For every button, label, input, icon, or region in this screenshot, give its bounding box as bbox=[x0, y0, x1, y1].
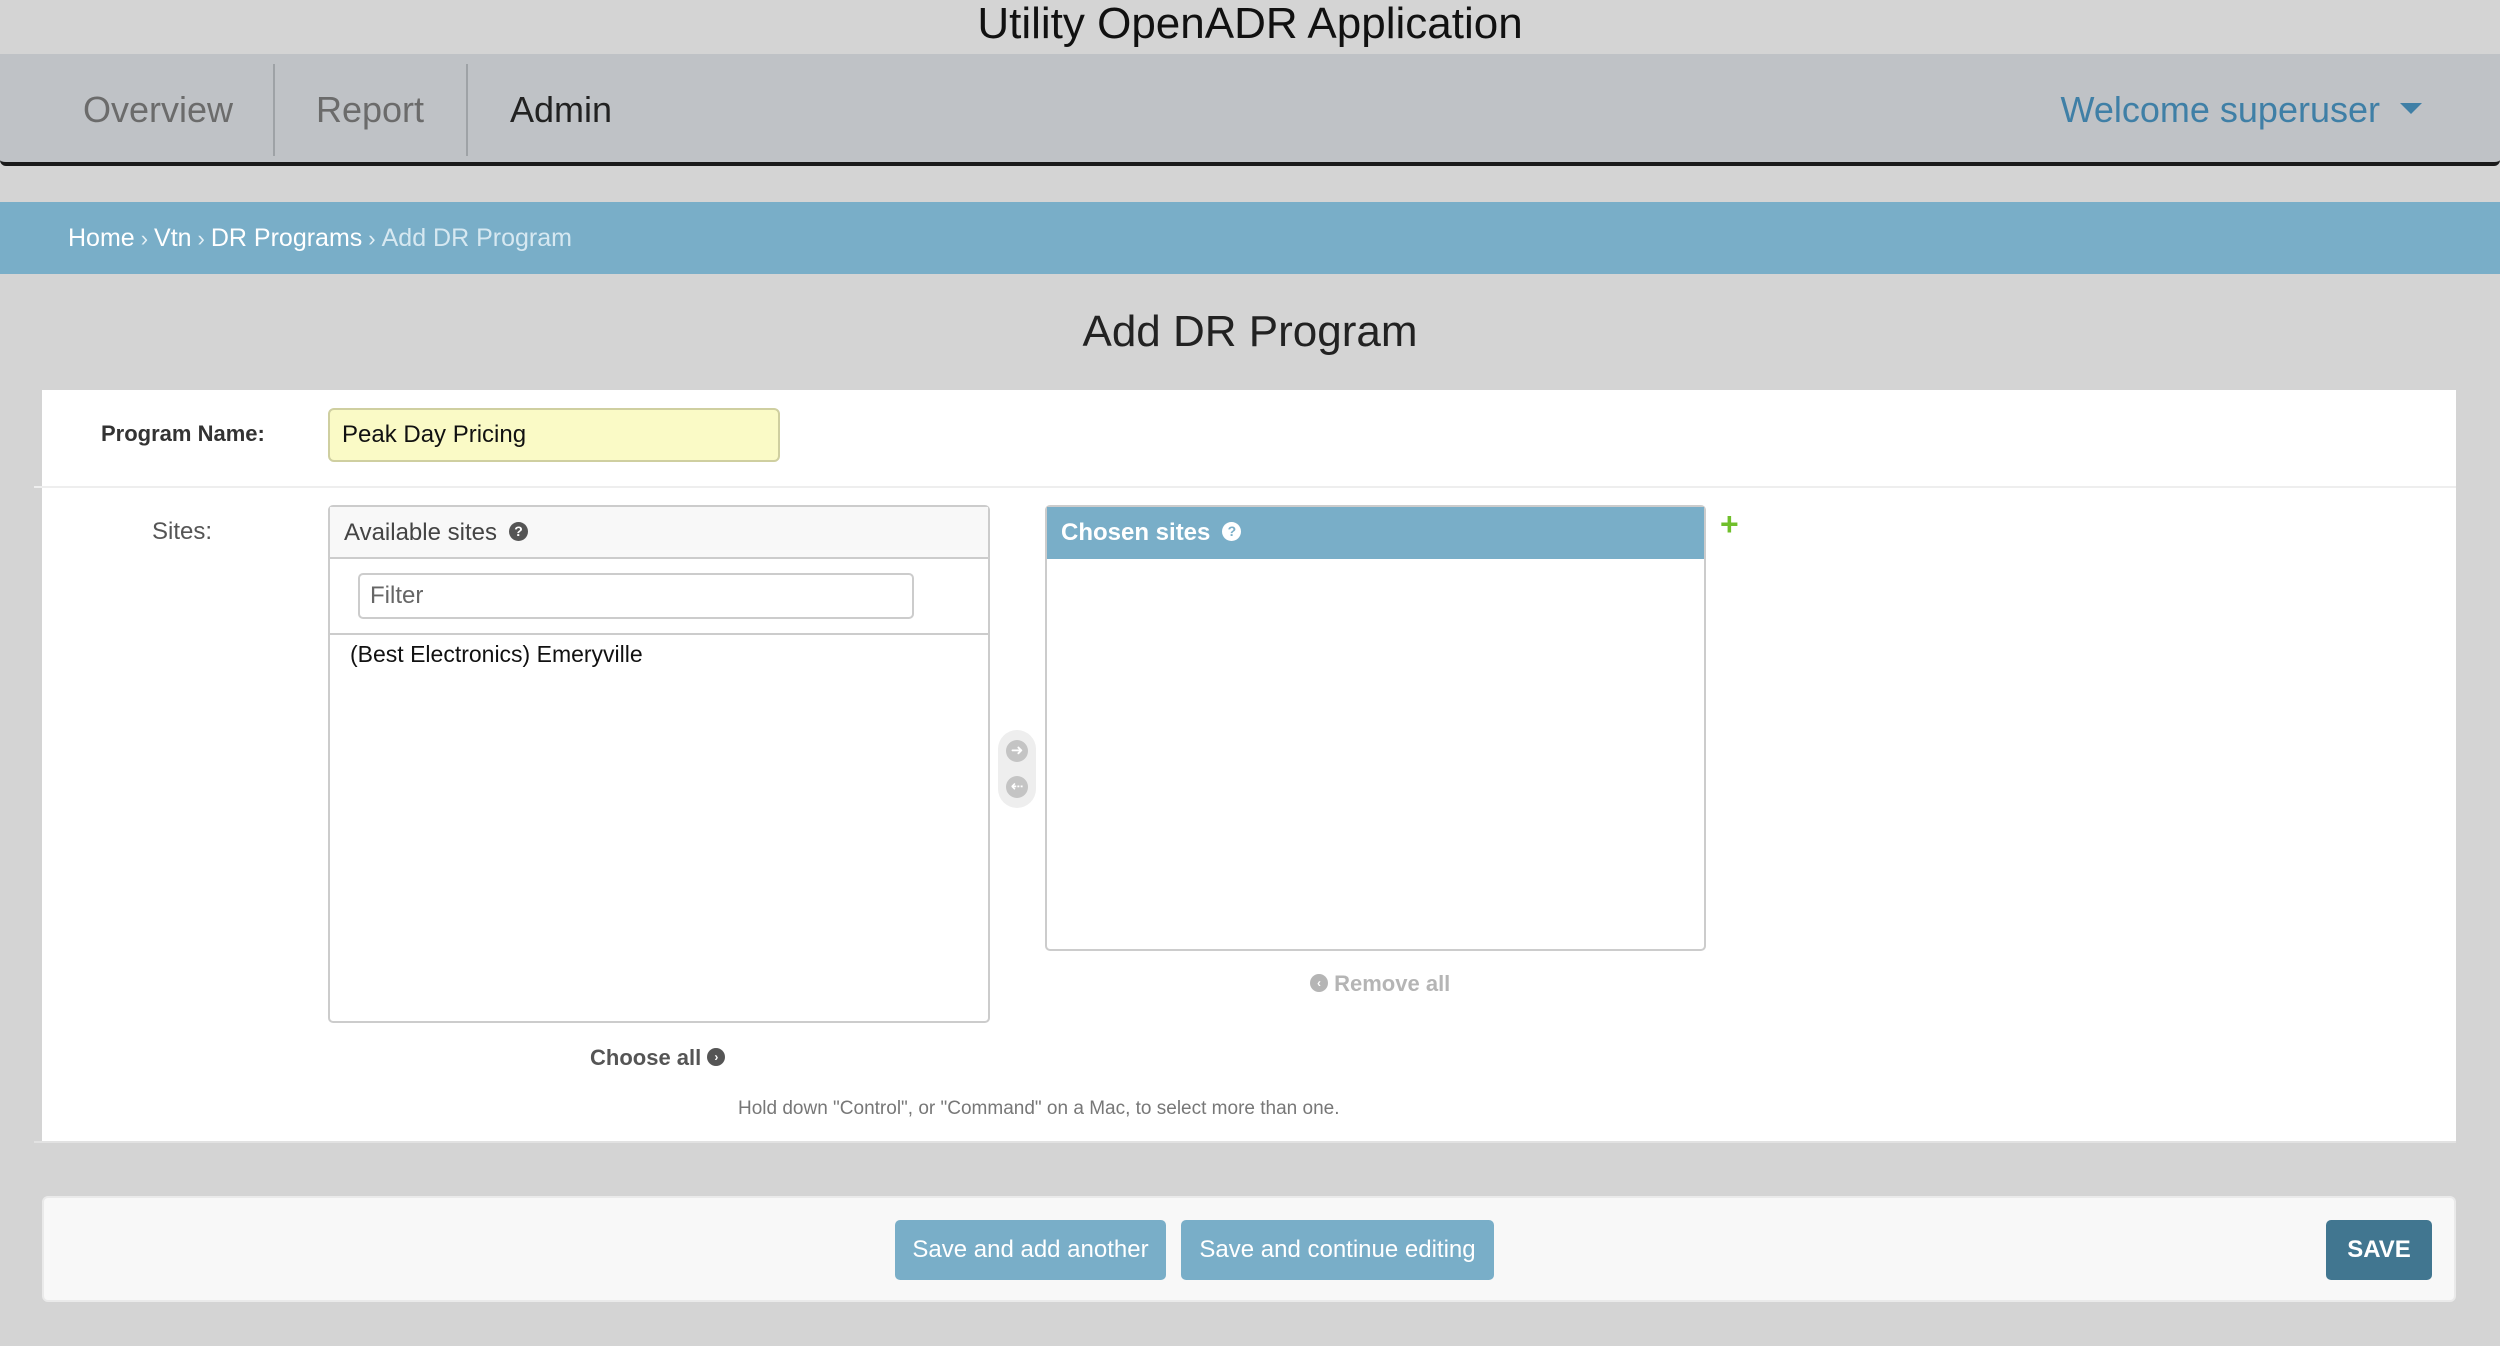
tab-admin[interactable]: Admin bbox=[484, 64, 638, 156]
caret-down-icon bbox=[2400, 102, 2422, 114]
remove-all-button[interactable]: ‹ Remove all bbox=[1310, 971, 1450, 997]
breadcrumb: Home › Vtn › DR Programs › Add DR Program bbox=[0, 202, 2500, 274]
choose-all-label: Choose all bbox=[590, 1045, 702, 1070]
selector-mover: ➜ ⇠ bbox=[998, 730, 1036, 808]
user-menu[interactable]: Welcome superuser bbox=[2061, 64, 2422, 156]
submit-row: Save and add another Save and continue e… bbox=[42, 1196, 2456, 1302]
add-site-icon[interactable]: + bbox=[1720, 506, 1739, 542]
form-bottom-divider bbox=[34, 1141, 2456, 1143]
user-menu-label: Welcome superuser bbox=[2060, 89, 2380, 130]
app-title: Utility OpenADR Application bbox=[977, 0, 1523, 48]
breadcrumb-home[interactable]: Home bbox=[68, 224, 135, 252]
choose-all-button[interactable]: Choose all › bbox=[590, 1045, 726, 1071]
filter-zone bbox=[330, 559, 988, 635]
save-button[interactable]: SAVE bbox=[2326, 1220, 2432, 1280]
chosen-sites-list[interactable] bbox=[1047, 559, 1704, 949]
top-navbar: Overview Report Admin Welcome superuser bbox=[0, 54, 2500, 166]
chosen-sites-title: Chosen sites bbox=[1061, 519, 1211, 546]
program-name-label: Program Name: bbox=[101, 421, 265, 446]
available-sites-list[interactable]: (Best Electronics) Emeryville bbox=[330, 633, 988, 1021]
page-title: Add DR Program bbox=[1082, 307, 1418, 356]
save-and-continue-button[interactable]: Save and continue editing bbox=[1181, 1220, 1494, 1280]
nav-divider bbox=[466, 64, 468, 156]
help-icon[interactable]: ? bbox=[1222, 522, 1242, 542]
program-name-input[interactable] bbox=[328, 408, 780, 462]
save-and-add-another-button[interactable]: Save and add another bbox=[895, 1220, 1166, 1280]
move-right-icon[interactable]: ➜ bbox=[1006, 740, 1028, 762]
remove-all-label: Remove all bbox=[1334, 971, 1451, 996]
chosen-sites-box: Chosen sites? bbox=[1045, 505, 1706, 951]
breadcrumb-current: Add DR Program bbox=[381, 224, 572, 252]
tab-report[interactable]: Report bbox=[290, 64, 450, 156]
breadcrumb-separator: › bbox=[197, 226, 205, 251]
sites-label: Sites: bbox=[152, 518, 213, 545]
help-text: Hold down "Control", or "Command" on a M… bbox=[738, 1098, 1340, 1119]
available-sites-box: Available sites? (Best Electronics) Emer… bbox=[328, 505, 990, 1023]
nav-divider bbox=[273, 64, 275, 156]
available-sites-header: Available sites? bbox=[330, 507, 988, 559]
move-left-icon[interactable]: ⇠ bbox=[1006, 776, 1028, 798]
breadcrumb-separator: › bbox=[368, 226, 376, 251]
tab-overview[interactable]: Overview bbox=[58, 64, 258, 156]
filter-input[interactable] bbox=[358, 573, 914, 619]
circle-arrow-right-icon: › bbox=[707, 1048, 726, 1067]
breadcrumb-separator: › bbox=[140, 226, 149, 251]
breadcrumb-dr-programs[interactable]: DR Programs bbox=[211, 224, 362, 252]
row-divider bbox=[34, 486, 2456, 488]
circle-arrow-left-icon: ‹ bbox=[1310, 974, 1328, 993]
available-sites-title: Available sites bbox=[344, 519, 497, 546]
list-item[interactable]: (Best Electronics) Emeryville bbox=[330, 633, 988, 676]
help-icon[interactable]: ? bbox=[508, 522, 528, 542]
chosen-sites-header: Chosen sites? bbox=[1047, 507, 1704, 559]
breadcrumb-vtn[interactable]: Vtn bbox=[154, 224, 192, 252]
